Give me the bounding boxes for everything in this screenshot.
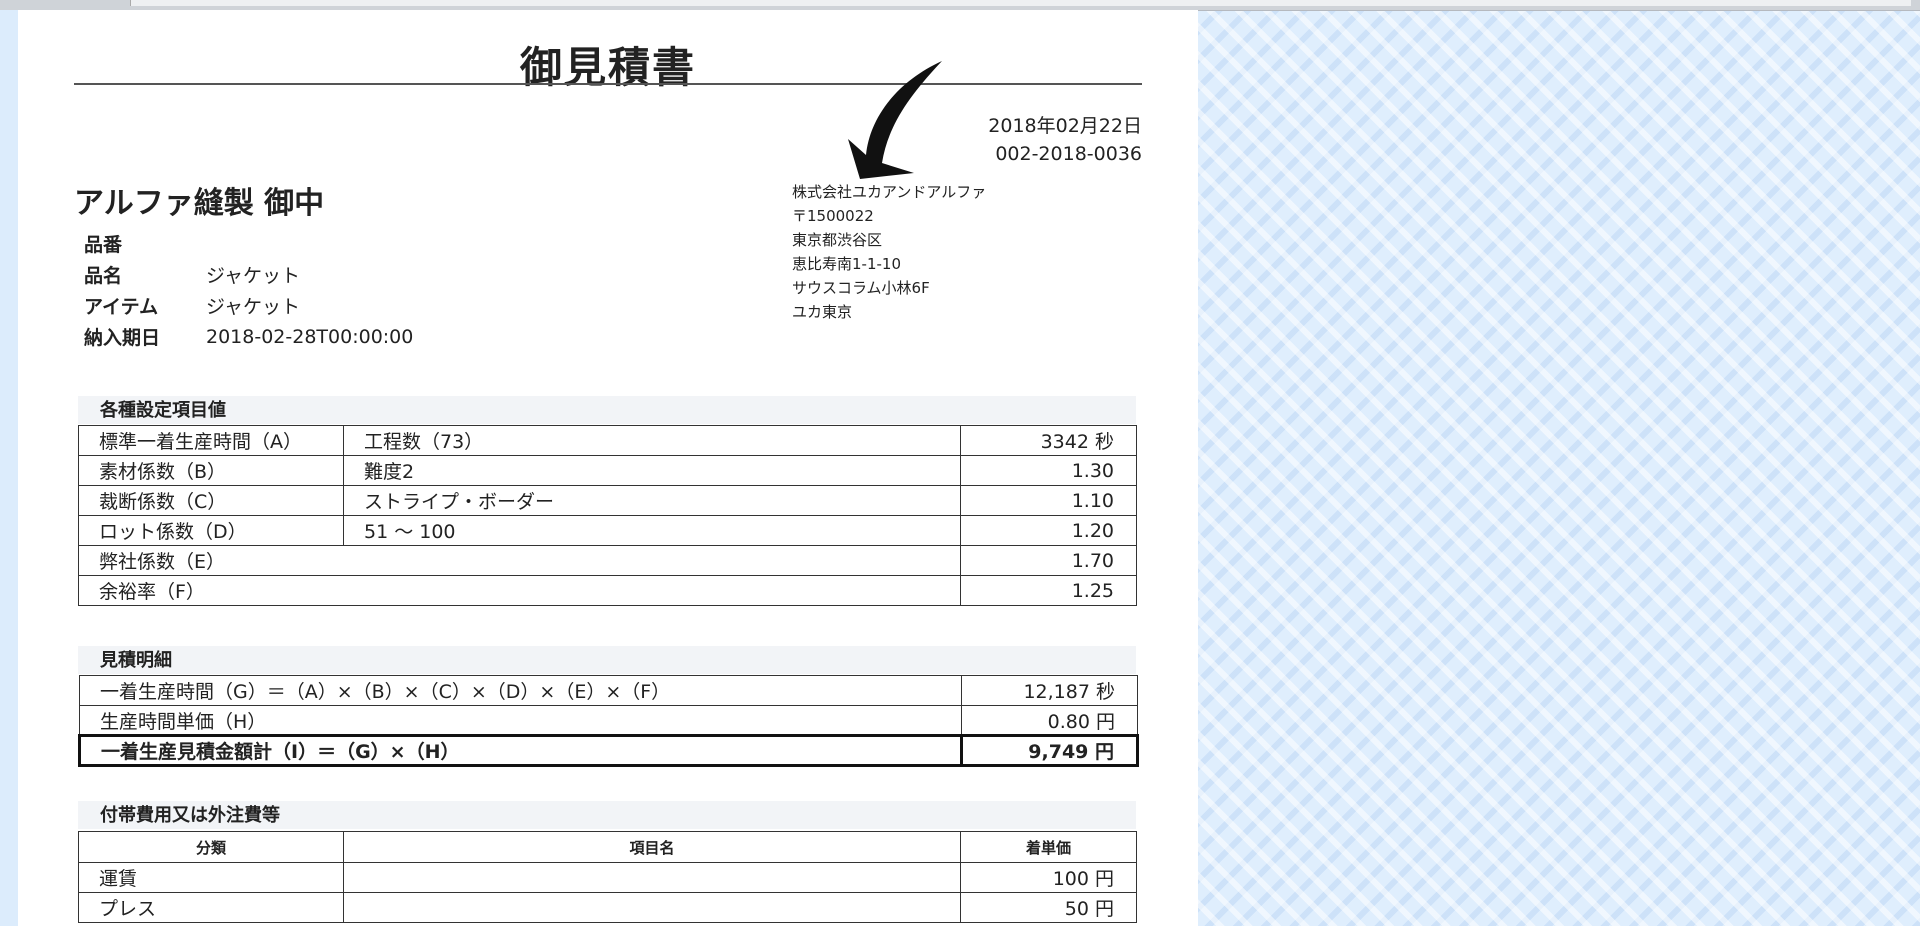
title-underline <box>74 83 1142 85</box>
curved-arrow-icon <box>848 61 942 179</box>
setting-label: 裁断係数（C） <box>78 485 344 516</box>
total-row: 一着生産見積金額計（I）＝（G）×（H） 9,749 円 <box>78 734 1139 767</box>
sender-postal-code: 〒1500022 <box>792 207 874 225</box>
setting-value: 1.70 <box>960 545 1137 576</box>
column-header: 分類 <box>78 831 344 863</box>
setting-label: 弊社係数（E） <box>78 545 961 576</box>
setting-value: 1.25 <box>960 575 1137 606</box>
setting-detail: 51 ～ 100 <box>343 515 961 546</box>
info-value: ジャケット <box>206 265 301 287</box>
table-row: 弊社係数（E） 1.70 <box>78 545 1137 576</box>
info-row: 納入期日 2018-02-28T00:00:00 <box>84 321 413 352</box>
extra-category: 運賃 <box>78 862 344 893</box>
info-value: 2018-02-28T00:00:00 <box>206 325 414 348</box>
settings-section-heading: 各種設定項目値 <box>78 396 1136 424</box>
estimate-table: 一着生産時間（G）＝（A）×（B）×（C）×（D）×（E）×（F） 12,187 … <box>78 675 1139 767</box>
info-label: 品番 <box>84 234 123 256</box>
extra-category: プレス <box>78 892 344 923</box>
extra-item <box>343 862 961 893</box>
extra-price: 100 円 <box>960 862 1137 893</box>
sender-company: 株式会社ユカアンドアルファ <box>792 183 987 201</box>
column-header: 項目名 <box>343 831 961 863</box>
sender-address-line: 恵比寿南1-1-10 <box>792 255 901 273</box>
setting-value: 3342 秒 <box>960 425 1137 456</box>
table-row: 素材係数（B） 難度2 1.30 <box>78 455 1137 486</box>
setting-label: ロット係数（D） <box>78 515 344 546</box>
sender-address-block: 株式会社ユカアンドアルファ 〒1500022 東京都渋谷区 恵比寿南1-1-10… <box>792 180 986 324</box>
estimate-value: 0.80 円 <box>961 705 1138 736</box>
table-row: 一着生産時間（G）＝（A）×（B）×（C）×（D）×（E）×（F） 12,187 … <box>79 675 1138 706</box>
table-row: 標準一着生産時間（A） 工程数（73） 3342 秒 <box>78 425 1137 456</box>
estimate-label: 一着生産時間（G）＝（A）×（B）×（C）×（D）×（E）×（F） <box>79 675 962 706</box>
setting-label: 余裕率（F） <box>78 575 961 606</box>
info-row: 品番 <box>84 228 413 259</box>
table-row: 運賃 100 円 <box>78 862 1137 893</box>
table-row: プレス 50 円 <box>78 892 1137 923</box>
extras-table: 分類 項目名 着単価 運賃 100 円 プレス 50 円 <box>78 831 1137 923</box>
browser-tab-strip <box>130 0 1911 6</box>
info-label: 納入期日 <box>84 327 161 349</box>
estimate-label: 生産時間単価（H） <box>79 705 962 736</box>
info-row: アイテム ジャケット <box>84 290 413 321</box>
setting-label: 素材係数（B） <box>78 455 344 486</box>
setting-detail: 工程数（73） <box>343 425 961 456</box>
issue-date: 2018年02月22日 <box>988 115 1142 137</box>
sender-address-line: 東京都渋谷区 <box>792 231 883 249</box>
setting-value: 1.10 <box>960 485 1137 516</box>
setting-label: 標準一着生産時間（A） <box>78 425 344 456</box>
extra-item <box>343 892 961 923</box>
info-label: アイテム <box>84 296 159 318</box>
info-label: 品名 <box>84 265 123 287</box>
table-row: 裁断係数（C） ストライプ・ボーダー 1.10 <box>78 485 1137 516</box>
product-info-table: 品番 品名 ジャケット アイテム ジャケット 納入期日 2018-02-28T00:0… <box>84 228 413 352</box>
setting-detail: 難度2 <box>343 455 961 486</box>
info-value: ジャケット <box>206 296 301 318</box>
estimate-value: 12,187 秒 <box>961 675 1138 706</box>
total-label: 一着生産見積金額計（I）＝（G）×（H） <box>78 734 963 767</box>
setting-value: 1.30 <box>960 455 1137 486</box>
extra-price: 50 円 <box>960 892 1137 923</box>
sender-branch: ユカ東京 <box>792 303 853 321</box>
settings-table: 標準一着生産時間（A） 工程数（73） 3342 秒 素材係数（B） 難度2 1.30 … <box>78 425 1137 606</box>
estimate-section-heading: 見積明細 <box>78 646 1136 674</box>
table-row: ロット係数（D） 51 ～ 100 1.20 <box>78 515 1137 546</box>
column-header: 着単価 <box>960 831 1137 863</box>
table-row: 余裕率（F） 1.25 <box>78 575 1137 606</box>
document-title: 御見積書 <box>519 43 696 92</box>
setting-detail: ストライプ・ボーダー <box>343 485 961 516</box>
setting-value: 1.20 <box>960 515 1137 546</box>
total-value: 9,749 円 <box>960 734 1139 767</box>
info-value <box>206 228 413 259</box>
table-header-row: 分類 項目名 着単価 <box>78 831 1137 863</box>
extras-section-heading: 付帯費用又は外注費等 <box>78 801 1136 829</box>
table-row: 生産時間単価（H） 0.80 円 <box>79 705 1138 736</box>
document-number: 002-2018-0036 <box>995 143 1142 165</box>
sender-address-line: サウスコラム小林6F <box>792 279 930 297</box>
left-background-strip <box>0 10 18 926</box>
info-row: 品名 ジャケット <box>84 259 413 290</box>
customer-name: アルファ縫製 御中 <box>74 186 325 221</box>
